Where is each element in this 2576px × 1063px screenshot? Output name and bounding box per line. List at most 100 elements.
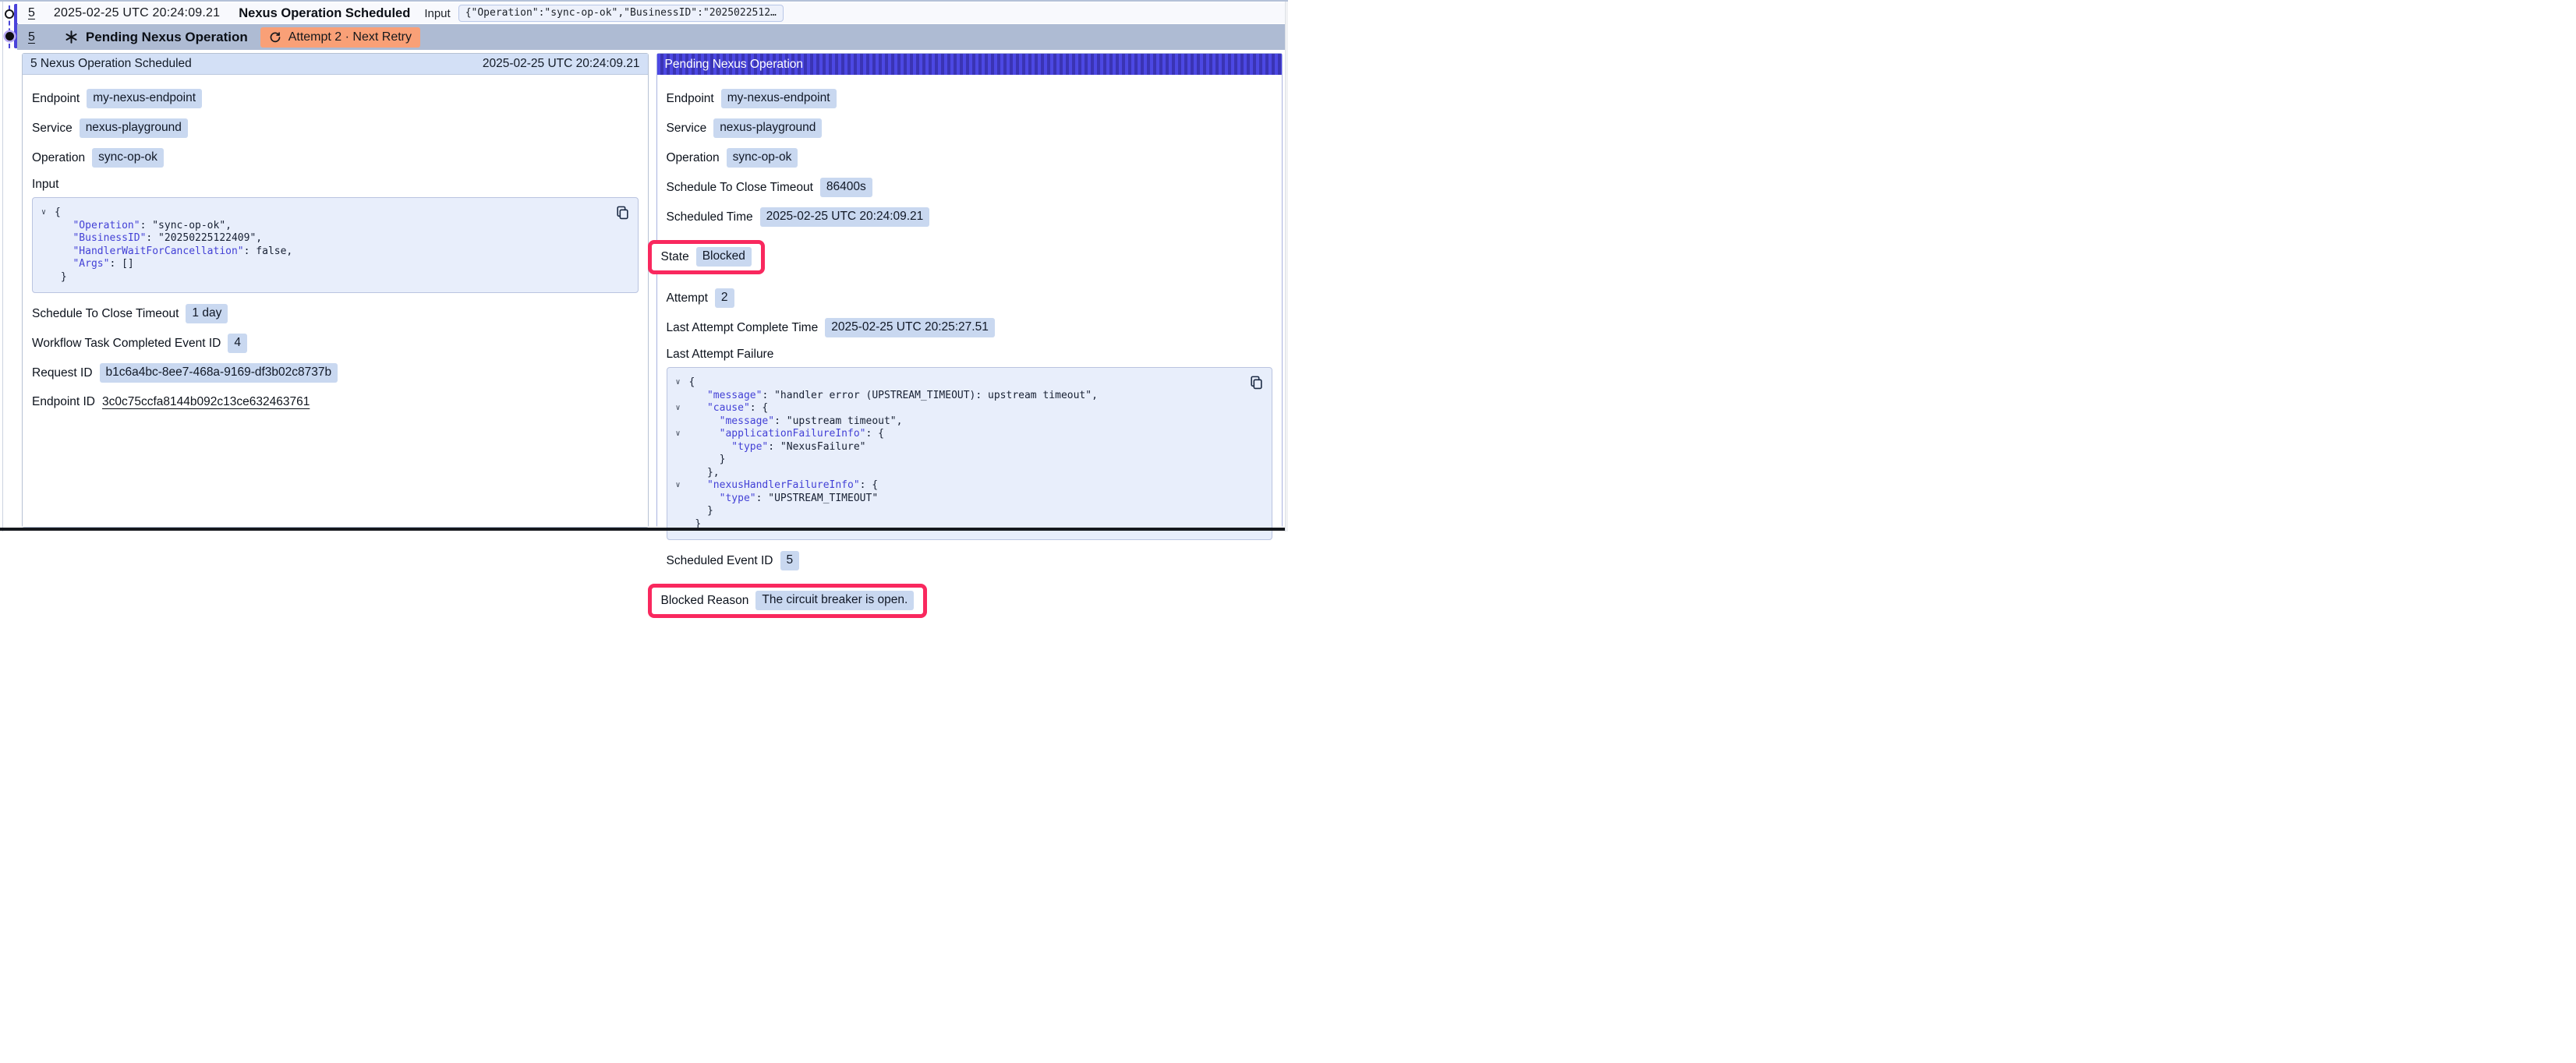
- retry-badge-label: Attempt 2 · Next Retry: [288, 30, 412, 44]
- field-label: Schedule To Close Timeout: [667, 181, 813, 195]
- code-line: }: [674, 454, 1261, 467]
- field-label: Endpoint: [667, 92, 714, 106]
- code-line: "Args": []: [39, 258, 627, 271]
- code-line: "type": "UPSTREAM_TIMEOUT": [674, 493, 1261, 506]
- failure-json-viewer: ∨{ "message": "handler error (UPSTREAM_T…: [667, 367, 1273, 540]
- field-attempt: Attempt 2: [667, 288, 1273, 308]
- input-section-label: Input: [32, 178, 639, 192]
- field-value-badge: 86400s: [820, 178, 872, 197]
- retry-icon: [269, 31, 281, 44]
- code-line: ∨{: [674, 376, 1261, 390]
- field-service: Service nexus-playground: [667, 118, 1273, 138]
- bottom-divider: [0, 528, 1288, 531]
- field-value-badge: sync-op-ok: [92, 148, 164, 168]
- field-value-badge: sync-op-ok: [727, 148, 798, 168]
- field-value-badge: 4: [228, 334, 247, 353]
- event-row-pending[interactable]: 5 Pending Nexus Operation Attempt 2 · Ne…: [17, 24, 1285, 50]
- code-line: "Operation": "sync-op-ok",: [39, 220, 627, 233]
- pending-panel-body: Endpoint my-nexus-endpoint Service nexus…: [657, 75, 1283, 630]
- event-name: Nexus Operation Scheduled: [239, 6, 410, 21]
- event-input-preview-chip[interactable]: {"Operation":"sync-op-ok","BusinessID":"…: [458, 5, 784, 22]
- field-operation: Operation sync-op-ok: [667, 148, 1273, 168]
- collapse-chevron-icon[interactable]: ∨: [676, 403, 681, 414]
- field-value-badge: nexus-playground: [80, 118, 188, 138]
- panel-title: Pending Nexus Operation: [665, 58, 804, 72]
- scheduled-panel-body: Endpoint my-nexus-endpoint Service nexus…: [23, 75, 648, 527]
- input-json-viewer: ∨{ "Operation": "sync-op-ok", "BusinessI…: [32, 197, 639, 293]
- pending-operation-panel: Pending Nexus Operation Endpoint my-nexu…: [656, 53, 1283, 528]
- field-label: Request ID: [32, 366, 93, 380]
- field-value-badge: b1c6a4bc-8ee7-468a-9169-df3b02c8737b: [100, 363, 338, 383]
- field-value-badge: nexus-playground: [713, 118, 822, 138]
- code-line: "message": "upstream timeout",: [674, 415, 1261, 429]
- event-name: Pending Nexus Operation: [86, 30, 248, 45]
- event-id-link[interactable]: 5: [28, 6, 35, 20]
- endpoint-id-link[interactable]: 3c0c75ccfa8144b092c13ce632463761: [102, 395, 310, 409]
- field-value-badge: 1 day: [186, 304, 228, 323]
- field-value-badge: 2: [715, 288, 734, 308]
- code-line: "BusinessID": "20250225122409",: [39, 232, 627, 245]
- code-line: ∨{: [39, 207, 627, 220]
- collapse-chevron-icon[interactable]: ∨: [676, 429, 681, 440]
- field-request-id: Request ID b1c6a4bc-8ee7-468a-9169-df3b0…: [32, 363, 639, 383]
- event-id-link[interactable]: 5: [28, 30, 35, 44]
- code-line: }: [674, 505, 1261, 518]
- collapse-chevron-icon[interactable]: ∨: [676, 377, 681, 388]
- field-endpoint: Endpoint my-nexus-endpoint: [667, 89, 1273, 108]
- field-value-badge: 2025-02-25 UTC 20:24:09.21: [760, 207, 930, 227]
- code-line: ∨ "nexusHandlerFailureInfo": {: [674, 479, 1261, 493]
- panel-timestamp: 2025-02-25 UTC 20:24:09.21: [483, 57, 640, 71]
- code-line: "message": "handler error (UPSTREAM_TIME…: [674, 390, 1261, 403]
- field-workflow-task-completed-event-id: Workflow Task Completed Event ID 4: [32, 334, 639, 353]
- code-line: ∨ "applicationFailureInfo": {: [674, 428, 1261, 441]
- field-value-badge: my-nexus-endpoint: [721, 89, 837, 108]
- state-badge: Blocked: [696, 247, 752, 267]
- field-label: Service: [32, 122, 73, 136]
- field-label: Schedule To Close Timeout: [32, 307, 179, 321]
- collapse-chevron-icon[interactable]: ∨: [41, 207, 46, 218]
- scheduled-event-panel: 5 Nexus Operation Scheduled 2025-02-25 U…: [22, 53, 649, 528]
- failure-section-label: Last Attempt Failure: [667, 348, 1273, 362]
- blocked-reason-highlight-box: Blocked Reason The circuit breaker is op…: [648, 584, 928, 618]
- scheduled-panel-header: 5 Nexus Operation Scheduled 2025-02-25 U…: [23, 54, 648, 75]
- field-value-badge: my-nexus-endpoint: [87, 89, 202, 108]
- field-label: Scheduled Event ID: [667, 554, 773, 568]
- event-timestamp: 2025-02-25 UTC 20:24:09.21: [54, 6, 220, 20]
- field-label: Endpoint: [32, 92, 80, 106]
- event-input-label: Input: [424, 7, 450, 20]
- field-label: Scheduled Time: [667, 210, 753, 224]
- event-detail-panels: 5 Nexus Operation Scheduled 2025-02-25 U…: [22, 53, 1283, 528]
- scrollbar-track[interactable]: [1285, 2, 1288, 532]
- pending-spark-icon: [65, 30, 78, 44]
- page-left-border: [2, 2, 3, 532]
- field-label: Attempt: [667, 291, 708, 305]
- code-line: "HandlerWaitForCancellation": false,: [39, 245, 627, 259]
- field-label: Endpoint ID: [32, 395, 95, 409]
- pending-panel-header: Pending Nexus Operation: [657, 54, 1283, 75]
- panel-title: 5 Nexus Operation Scheduled: [30, 57, 192, 71]
- code-line: }: [39, 271, 627, 284]
- field-label: Workflow Task Completed Event ID: [32, 337, 221, 351]
- collapse-chevron-icon[interactable]: ∨: [676, 480, 681, 491]
- code-line: "type": "NexusFailure": [674, 441, 1261, 454]
- field-service: Service nexus-playground: [32, 118, 639, 138]
- field-value-badge: 5: [780, 551, 800, 570]
- blocked-reason-badge: The circuit breaker is open.: [755, 591, 914, 610]
- timeline-event-dot-icon: [5, 9, 14, 19]
- code-line: },: [674, 467, 1261, 480]
- field-operation: Operation sync-op-ok: [32, 148, 639, 168]
- field-schedule-to-close-timeout: Schedule To Close Timeout 86400s: [667, 178, 1273, 197]
- timeline-pending-dot-icon: [5, 32, 14, 41]
- field-label: Operation: [667, 151, 720, 165]
- state-highlight-box: State Blocked: [648, 240, 765, 274]
- event-row-scheduled[interactable]: 5 2025-02-25 UTC 20:24:09.21 Nexus Opera…: [17, 3, 1285, 23]
- field-endpoint: Endpoint my-nexus-endpoint: [32, 89, 639, 108]
- event-history-page: 5 2025-02-25 UTC 20:24:09.21 Nexus Opera…: [0, 0, 1288, 532]
- field-endpoint-id: Endpoint ID 3c0c75ccfa8144b092c13ce63246…: [32, 395, 639, 409]
- field-scheduled-time: Scheduled Time 2025-02-25 UTC 20:24:09.2…: [667, 207, 1273, 227]
- field-value-badge: 2025-02-25 UTC 20:25:27.51: [825, 318, 995, 337]
- field-label: Last Attempt Complete Time: [667, 321, 819, 335]
- field-last-attempt-complete-time: Last Attempt Complete Time 2025-02-25 UT…: [667, 318, 1273, 337]
- code-line: ∨ "cause": {: [674, 402, 1261, 415]
- retry-status-badge: Attempt 2 · Next Retry: [260, 27, 420, 48]
